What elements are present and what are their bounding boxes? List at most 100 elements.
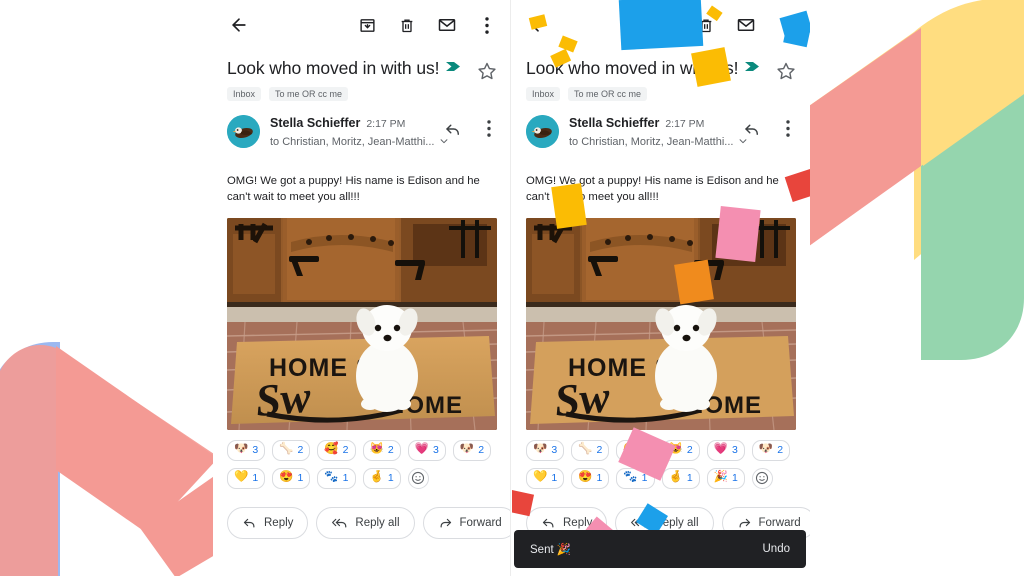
more-vert-icon[interactable] (774, 13, 798, 37)
heart-eyes-cat-icon: 😻 (369, 443, 384, 456)
email-timestamp: 2:17 PM (665, 117, 705, 130)
puppy-doormat-photo[interactable]: HOME S Sw HOME (526, 217, 796, 430)
reaction-chip[interactable]: 😍 1 (571, 467, 610, 489)
label-chip-inbox[interactable]: Inbox (227, 86, 262, 101)
toolbar-before (213, 0, 510, 50)
growing-heart-icon: 💗 (713, 443, 729, 456)
heart-eyes-icon: 😍 (578, 471, 593, 484)
sender-name: Stella Schieffer (270, 115, 361, 130)
back-icon[interactable] (526, 13, 550, 37)
email-attachment-photo-wrap: HOME S Sw HOME (213, 206, 510, 430)
reaction-chip[interactable]: 🐾 1 (616, 467, 655, 489)
email-attachment-photo-wrap: HOME S Sw HOME (512, 206, 810, 430)
back-icon[interactable] (227, 13, 251, 37)
forward-button-label: Forward (459, 516, 502, 529)
reply-button[interactable]: Reply (227, 506, 309, 539)
trash-icon[interactable] (694, 13, 718, 37)
reaction-row-1: 🐶 3 🦴 2 🥰 2 😻 2 💗 3 🐶 2 (526, 439, 798, 461)
gmail-m-logo-right (809, 0, 1024, 360)
recipients-summary: to Christian, Moritz, Jean-Matthi... (569, 135, 734, 148)
reaction-chip[interactable]: 🐶 2 (452, 439, 492, 461)
bone-icon: 🦴 (279, 443, 294, 456)
reply-all-button[interactable]: Reply all (316, 506, 415, 539)
dog-face-icon: 🐶 (234, 443, 249, 456)
yellow-heart-box-icon: 💛 (234, 471, 249, 484)
puppy-doormat-photo[interactable]: HOME S Sw HOME (227, 217, 497, 430)
reaction-row-2: 💛 1 😍 1 🐾 1 🤞 1 🎉 1 (526, 467, 798, 489)
recipients-summary: to Christian, Moritz, Jean-Matthi... (270, 135, 435, 148)
email-timestamp: 2:17 PM (366, 117, 406, 130)
gmail-m-logo-left (0, 342, 220, 576)
reaction-chip[interactable]: 🦴 2 (272, 439, 311, 461)
reaction-row-1: 🐶 3 🦴 2 🥰 2 😻 2 💗 3 🐶 2 (227, 439, 499, 461)
reaction-chip[interactable]: 🤞 1 (661, 467, 700, 489)
paw-prints-icon: 🐾 (623, 471, 638, 484)
reaction-chip[interactable]: 🐶 2 (751, 439, 791, 461)
important-marker-icon (745, 60, 760, 78)
snackbar-message: Sent 🎉 (530, 544, 572, 556)
crossed-fingers-icon: 🤞 (369, 471, 384, 484)
forward-button-label: Forward (758, 516, 801, 529)
forward-button[interactable]: Forward (422, 506, 510, 539)
dog-running-icon: 🐶 (758, 443, 774, 456)
label-chip-inbox[interactable]: Inbox (526, 86, 561, 101)
add-reaction-icon[interactable] (751, 467, 773, 489)
reaction-chip[interactable]: 🐾 1 (317, 467, 356, 489)
archive-icon[interactable] (355, 13, 379, 37)
email-panel-after: Look who moved in with us! Inbox To me O… (512, 0, 810, 576)
label-chip-to-me[interactable]: To me OR cc me (568, 86, 648, 101)
reaction-chip-new[interactable]: 🎉 1 (706, 467, 745, 489)
add-reaction-icon[interactable] (407, 467, 429, 489)
smiling-face-with-hearts-icon: 🥰 (324, 443, 339, 456)
reaction-chip[interactable]: 🐶 3 (526, 439, 565, 461)
snackbar-sent: Sent 🎉 Undo (514, 530, 806, 568)
archive-icon[interactable] (654, 13, 678, 37)
star-outline-icon[interactable] (477, 61, 499, 83)
reaction-chip[interactable]: 🦴 2 (571, 439, 610, 461)
reaction-chip[interactable]: 💛 1 (227, 467, 266, 489)
avatar[interactable] (227, 114, 260, 148)
sender-name: Stella Schieffer (569, 115, 660, 130)
dog-face-icon: 🐶 (533, 443, 548, 456)
reply-button-label: Reply (264, 516, 294, 529)
email-body-text: OMG! We got a puppy! His name is Edison … (526, 174, 779, 204)
reply-icon[interactable] (740, 117, 764, 141)
star-outline-icon[interactable] (776, 61, 798, 83)
reaction-chip[interactable]: 🥰 2 (317, 439, 356, 461)
growing-heart-icon: 💗 (414, 443, 430, 456)
toolbar-after (512, 0, 810, 50)
reply-icon[interactable] (441, 117, 465, 141)
reply-button-label: Reply (563, 516, 593, 529)
mark-unread-envelope-icon[interactable] (734, 13, 758, 37)
trash-icon[interactable] (395, 13, 419, 37)
panels-stage: Look who moved in with us! Inbox To me O… (213, 0, 811, 576)
subject-row: Look who moved in with us! Inbox To me O… (512, 50, 810, 101)
undo-button[interactable]: Undo (763, 543, 791, 555)
more-vert-icon[interactable] (475, 13, 499, 37)
reaction-chip[interactable]: 💗 3 (407, 439, 446, 461)
reaction-chip[interactable]: 💗 3 (706, 439, 745, 461)
reactions-before: 🐶 3 🦴 2 🥰 2 😻 2 💗 3 🐶 2 💛 1 😍 1 🐾 1 🤞 1 (213, 430, 510, 489)
reaction-chip[interactable]: 🤞 1 (362, 467, 401, 489)
reaction-chip[interactable]: 🐶 3 (227, 439, 266, 461)
bone-icon: 🦴 (578, 443, 593, 456)
label-chips: Inbox To me OR cc me (526, 86, 776, 101)
more-vert-icon[interactable] (776, 117, 800, 141)
label-chip-to-me[interactable]: To me OR cc me (269, 86, 349, 101)
mark-unread-envelope-icon[interactable] (435, 13, 459, 37)
reaction-chip[interactable]: 😻 2 (661, 439, 700, 461)
smiling-face-with-hearts-icon: 🥰 (623, 443, 638, 456)
reaction-chip[interactable]: 💛 1 (526, 467, 565, 489)
reply-all-button-label: Reply all (654, 516, 699, 529)
action-buttons-before: Reply Reply all Forward (213, 496, 510, 539)
avatar[interactable] (526, 114, 559, 148)
heart-eyes-icon: 😍 (279, 471, 294, 484)
reaction-chip[interactable]: 😍 1 (272, 467, 311, 489)
more-vert-icon[interactable] (477, 117, 501, 141)
heart-eyes-cat-icon: 😻 (668, 443, 683, 456)
email-body-text: OMG! We got a puppy! His name is Edison … (227, 174, 480, 204)
reaction-chip[interactable]: 🥰 2 (616, 439, 655, 461)
reaction-chip[interactable]: 😻 2 (362, 439, 401, 461)
subject-row: Look who moved in with us! Inbox To me O… (213, 50, 510, 101)
important-marker-icon (446, 60, 461, 78)
